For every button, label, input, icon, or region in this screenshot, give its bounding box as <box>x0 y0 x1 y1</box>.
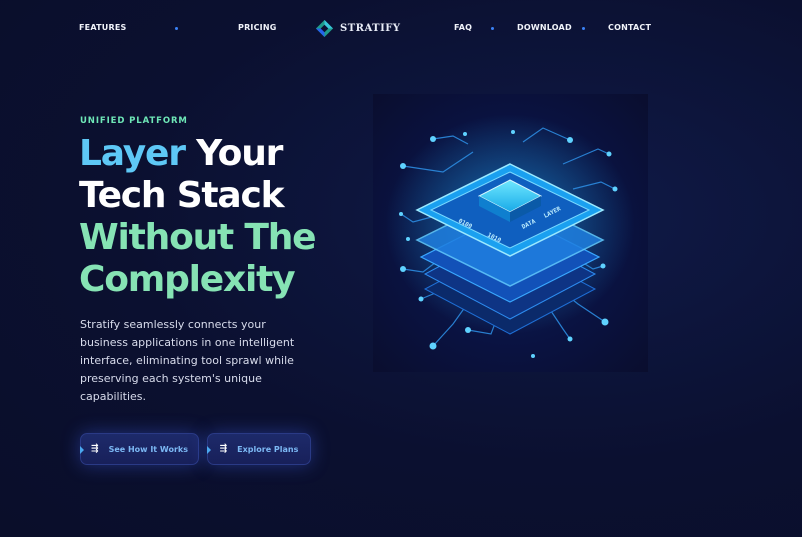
hero-eyebrow: UNIFIED PLATFORM <box>80 116 188 126</box>
brand-name: STRATIFY <box>340 23 401 34</box>
see-how-it-works-button[interactable]: ⇶ See How It Works <box>80 433 199 465</box>
arrow-lines-icon: ⇶ <box>91 444 99 454</box>
button-label: Explore Plans <box>237 444 299 454</box>
headline-line-4: Complexity <box>79 259 296 300</box>
brand[interactable]: STRATIFY <box>315 19 401 38</box>
caret-icon <box>80 446 84 454</box>
nav-link-faq[interactable]: FAQ <box>454 23 472 32</box>
nav-separator-dot <box>491 27 494 30</box>
headline-line-3: Without The <box>79 217 317 258</box>
hero-headline: Layer Your Tech Stack Without The Comple… <box>79 133 317 301</box>
hero-illustration: 0100 1010 DATA LAYER <box>373 94 648 372</box>
headline-line-2: Tech Stack <box>79 175 285 216</box>
nav-separator-dot <box>582 27 585 30</box>
explore-plans-button[interactable]: ⇶ Explore Plans <box>207 433 311 465</box>
top-nav: FEATURES PRICING STRATIFY FAQ DOWNLOAD C… <box>0 0 802 58</box>
landing-page: FEATURES PRICING STRATIFY FAQ DOWNLOAD C… <box>0 0 802 537</box>
button-label: See How It Works <box>108 444 188 454</box>
nav-link-features[interactable]: FEATURES <box>79 23 126 32</box>
diamond-logo-icon <box>315 19 334 38</box>
nav-separator-dot <box>175 27 178 30</box>
arrow-lines-icon: ⇶ <box>219 444 228 454</box>
hero-description: Stratify seamlessly connects your busine… <box>80 318 295 403</box>
headline-word: Your <box>184 133 283 174</box>
headline-line-1: Layer Your <box>79 133 315 175</box>
nav-link-pricing[interactable]: PRICING <box>238 23 277 32</box>
nav-link-download[interactable]: DOWNLOAD <box>517 23 572 32</box>
nav-link-contact[interactable]: CONTACT <box>608 23 651 32</box>
headline-accent-word: Layer <box>79 133 186 174</box>
caret-icon <box>207 446 211 454</box>
layered-chip-graphic: 0100 1010 DATA LAYER <box>385 114 635 358</box>
